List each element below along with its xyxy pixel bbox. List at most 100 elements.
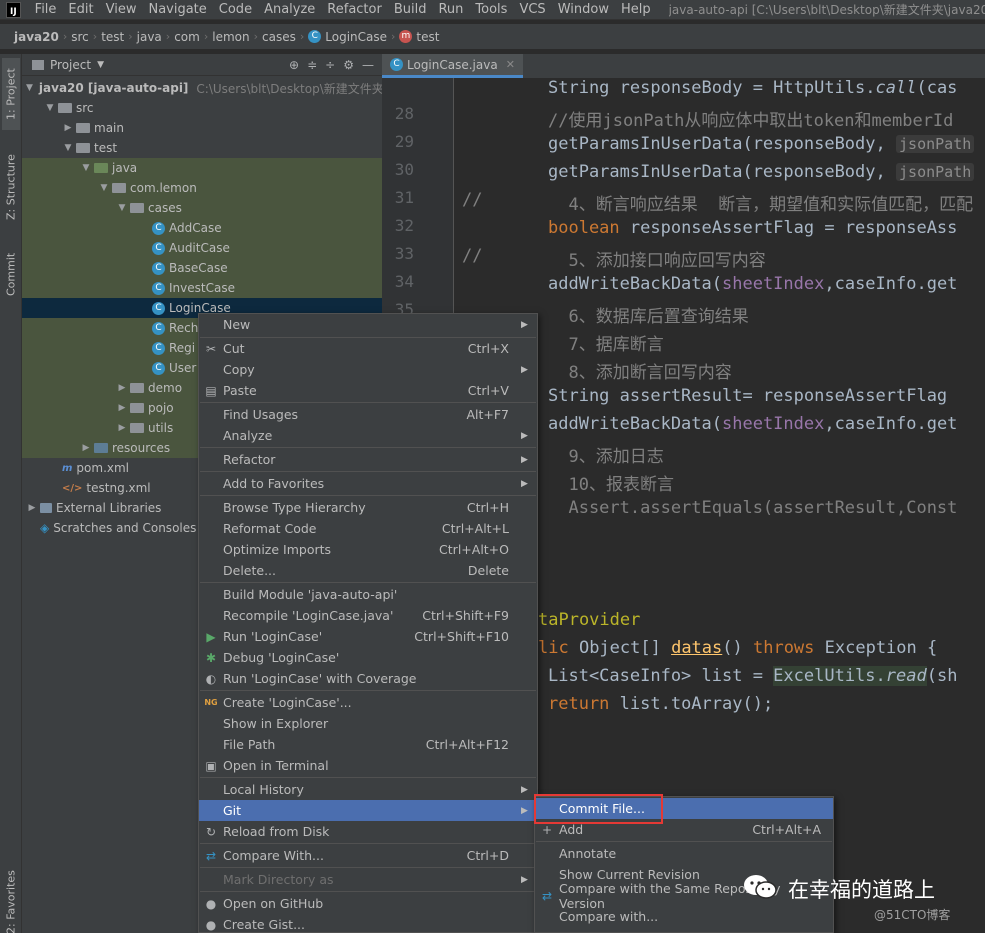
tree-item-label: test bbox=[94, 141, 118, 155]
breadcrumb-java20[interactable]: java20 bbox=[10, 30, 63, 44]
menu-item-show-in-explorer[interactable]: Show in Explorer bbox=[199, 713, 537, 734]
breadcrumb-com[interactable]: com bbox=[170, 30, 204, 44]
chevron-down-icon[interactable]: ▼ bbox=[44, 103, 56, 113]
menu-item-paste[interactable]: ▤ Paste Ctrl+V bbox=[199, 380, 537, 401]
menu-item-recompile[interactable]: Recompile 'LoginCase.java' Ctrl+Shift+F9 bbox=[199, 605, 537, 626]
tree-item-basecase[interactable]: C BaseCase bbox=[22, 258, 382, 278]
menu-item-analyze[interactable]: Analyze ▶ bbox=[199, 425, 537, 446]
menu-item-cut[interactable]: ✂ Cut Ctrl+X bbox=[199, 338, 537, 359]
tree-item-addcase[interactable]: C AddCase bbox=[22, 218, 382, 238]
breadcrumb-java[interactable]: java bbox=[133, 30, 166, 44]
hide-icon[interactable]: — bbox=[362, 58, 374, 72]
breadcrumb-cases[interactable]: cases bbox=[258, 30, 300, 44]
menu-item-debug[interactable]: ✱ Debug 'LoginCase' bbox=[199, 647, 537, 668]
tool-tab-project[interactable]: 1: Project bbox=[2, 58, 20, 130]
menu-item-run[interactable]: ▶ Run 'LoginCase' Ctrl+Shift+F10 bbox=[199, 626, 537, 647]
chevron-right-icon[interactable]: ▶ bbox=[116, 383, 128, 393]
chevron-right-icon[interactable]: ▶ bbox=[62, 123, 74, 133]
tree-item-src[interactable]: ▼ src bbox=[22, 98, 382, 118]
compare-arrows-icon: ⇄ bbox=[205, 848, 217, 863]
menu-item-reload-from-disk[interactable]: ↻ Reload from Disk bbox=[199, 821, 537, 842]
menu-help[interactable]: Help bbox=[615, 2, 657, 17]
menu-tools[interactable]: Tools bbox=[469, 2, 513, 17]
chevron-down-icon[interactable]: ▼ bbox=[98, 183, 110, 193]
menu-item-new[interactable]: New ▶ bbox=[199, 314, 537, 335]
xml-file-icon: </> bbox=[62, 482, 83, 494]
gear-icon[interactable]: ⚙ bbox=[343, 58, 354, 72]
menu-refactor[interactable]: Refactor bbox=[321, 2, 388, 17]
menu-item-browse-type-hierarchy[interactable]: Browse Type Hierarchy Ctrl+H bbox=[199, 497, 537, 518]
menu-navigate[interactable]: Navigate bbox=[142, 2, 212, 17]
breadcrumb-test[interactable]: test bbox=[97, 30, 128, 44]
menu-item-optimize-imports[interactable]: Optimize Imports Ctrl+Alt+O bbox=[199, 539, 537, 560]
menu-item-copy[interactable]: Copy ▶ bbox=[199, 359, 537, 380]
project-panel-title[interactable]: Project bbox=[50, 58, 91, 72]
menu-item-run-with-coverage[interactable]: ◐ Run 'LoginCase' with Coverage bbox=[199, 668, 537, 689]
tool-tab-structure[interactable]: Z: Structure bbox=[2, 146, 20, 228]
tree-item-main[interactable]: ▶ main bbox=[22, 118, 382, 138]
menu-item-git[interactable]: Git ▶ bbox=[199, 800, 537, 821]
chevron-right-icon[interactable]: ▶ bbox=[26, 503, 38, 513]
breadcrumb-lemon[interactable]: lemon bbox=[208, 30, 253, 44]
menu-item-open-in-terminal[interactable]: ▣ Open in Terminal bbox=[199, 755, 537, 776]
menu-vcs[interactable]: VCS bbox=[513, 2, 551, 17]
breadcrumb-logincase[interactable]: C LoginCase bbox=[304, 30, 391, 44]
tree-item-label: Scratches and Consoles bbox=[53, 521, 197, 535]
tool-tab-commit[interactable]: Commit bbox=[2, 244, 20, 304]
menu-item-build-module[interactable]: Build Module 'java-auto-api' bbox=[199, 584, 537, 605]
breadcrumb-test-method-label: test bbox=[416, 29, 440, 44]
window-title: java-auto-api [C:\Users\blt\Desktop\新建文件… bbox=[668, 3, 985, 17]
menu-edit[interactable]: Edit bbox=[62, 2, 99, 17]
tree-item-java[interactable]: ▼ java bbox=[22, 158, 382, 178]
menu-item-local-history[interactable]: Local History ▶ bbox=[199, 779, 537, 800]
menu-item-refactor[interactable]: Refactor ▶ bbox=[199, 449, 537, 470]
close-icon[interactable]: ✕ bbox=[506, 58, 515, 71]
submenu-arrow-icon: ▶ bbox=[521, 319, 528, 330]
menu-view[interactable]: View bbox=[100, 2, 143, 17]
chevron-right-icon[interactable]: ▶ bbox=[116, 403, 128, 413]
menu-item-delete[interactable]: Delete... Delete bbox=[199, 560, 537, 581]
menu-item-reformat-code[interactable]: Reformat Code Ctrl+Alt+L bbox=[199, 518, 537, 539]
breadcrumb-src[interactable]: src bbox=[67, 30, 93, 44]
tree-item-com-lemon[interactable]: ▼ com.lemon bbox=[22, 178, 382, 198]
menu-item-annotate[interactable]: Annotate bbox=[535, 843, 833, 864]
tree-item-test[interactable]: ▼ test bbox=[22, 138, 382, 158]
chevron-down-icon[interactable]: ▼ bbox=[116, 203, 128, 213]
chevron-right-icon[interactable]: ▶ bbox=[80, 443, 92, 453]
expand-all-icon[interactable]: ÷ bbox=[325, 58, 335, 72]
menu-file[interactable]: File bbox=[29, 2, 63, 17]
menu-item-create-run-config[interactable]: NG Create 'LoginCase'... bbox=[199, 692, 537, 713]
chevron-down-icon[interactable]: ▼ bbox=[26, 83, 33, 93]
watermark-source: @51CTO博客 bbox=[874, 908, 951, 922]
tree-item-project-root[interactable]: ▼ java20 [java-auto-api] C:\Users\blt\De… bbox=[22, 78, 382, 98]
locate-icon[interactable]: ⊕ bbox=[289, 58, 299, 72]
menu-run[interactable]: Run bbox=[432, 2, 469, 17]
menu-item-add-to-favorites[interactable]: Add to Favorites ▶ bbox=[199, 473, 537, 494]
menu-code[interactable]: Code bbox=[213, 2, 258, 17]
chevron-down-icon[interactable]: ▼ bbox=[80, 163, 92, 173]
code-line: taProvider bbox=[538, 610, 641, 630]
tree-item-investcase[interactable]: C InvestCase bbox=[22, 278, 382, 298]
menu-window[interactable]: Window bbox=[552, 2, 615, 17]
menu-item-create-gist[interactable]: ● Create Gist... bbox=[199, 914, 537, 933]
tree-item-cases[interactable]: ▼ cases bbox=[22, 198, 382, 218]
menu-item-find-usages[interactable]: Find Usages Alt+F7 bbox=[199, 404, 537, 425]
wechat-logo-icon bbox=[744, 875, 777, 899]
breadcrumb-test-method[interactable]: m test bbox=[395, 30, 443, 44]
tab-logincase[interactable]: C LoginCase.java ✕ bbox=[382, 54, 523, 78]
menu-item-open-on-github[interactable]: ● Open on GitHub bbox=[199, 893, 537, 914]
class-icon: C bbox=[152, 261, 165, 275]
chevron-right-icon[interactable]: ▶ bbox=[116, 423, 128, 433]
tree-item-auditcase[interactable]: C AuditCase bbox=[22, 238, 382, 258]
line-number: 34 bbox=[394, 272, 414, 291]
menu-item-compare-with[interactable]: ⇄ Compare With... Ctrl+D bbox=[199, 845, 537, 866]
menu-item-file-path[interactable]: File Path Ctrl+Alt+F12 bbox=[199, 734, 537, 755]
class-icon: C bbox=[152, 341, 165, 355]
chevron-down-icon[interactable]: ▼ bbox=[62, 143, 74, 153]
class-icon: C bbox=[152, 241, 165, 255]
menu-build[interactable]: Build bbox=[388, 2, 433, 17]
collapse-all-icon[interactable]: ≑ bbox=[307, 58, 317, 72]
tool-tab-favorites[interactable]: 2: Favorites bbox=[2, 869, 20, 933]
chevron-down-icon[interactable]: ▼ bbox=[97, 60, 104, 70]
menu-analyze[interactable]: Analyze bbox=[258, 2, 321, 17]
